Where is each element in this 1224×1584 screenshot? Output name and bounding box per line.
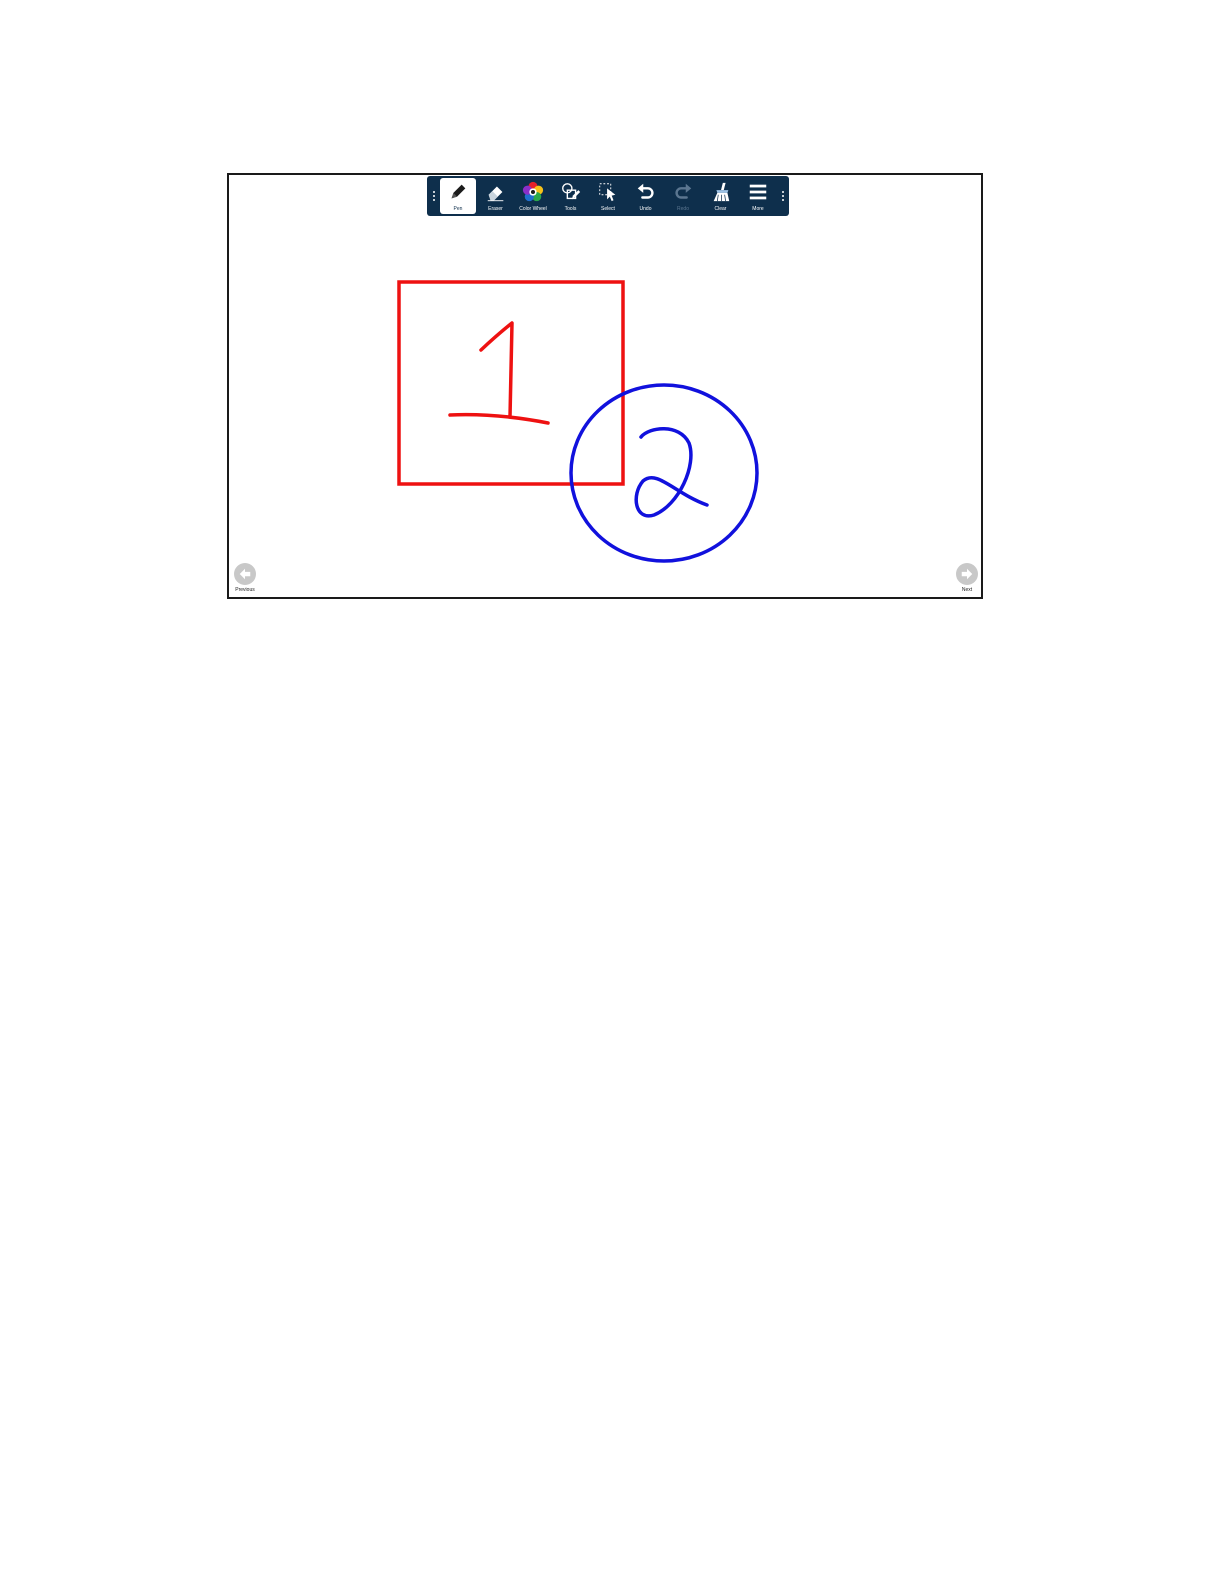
drawing-layer — [397, 280, 759, 563]
arrow-left-icon — [239, 568, 251, 580]
previous-page-button[interactable]: Previous — [229, 563, 265, 594]
red-number-one-stroke — [448, 321, 550, 425]
next-label: Next — [961, 587, 973, 593]
next-page-button[interactable]: Next — [947, 563, 981, 594]
previous-label: Previous — [235, 587, 255, 593]
blue-circle-stroke — [569, 383, 759, 563]
whiteboard-canvas[interactable]: Pen Eraser Color Wheel Tools Select Undo… — [227, 173, 983, 599]
arrow-right-icon — [961, 568, 973, 580]
blue-number-two-stroke — [634, 427, 709, 518]
